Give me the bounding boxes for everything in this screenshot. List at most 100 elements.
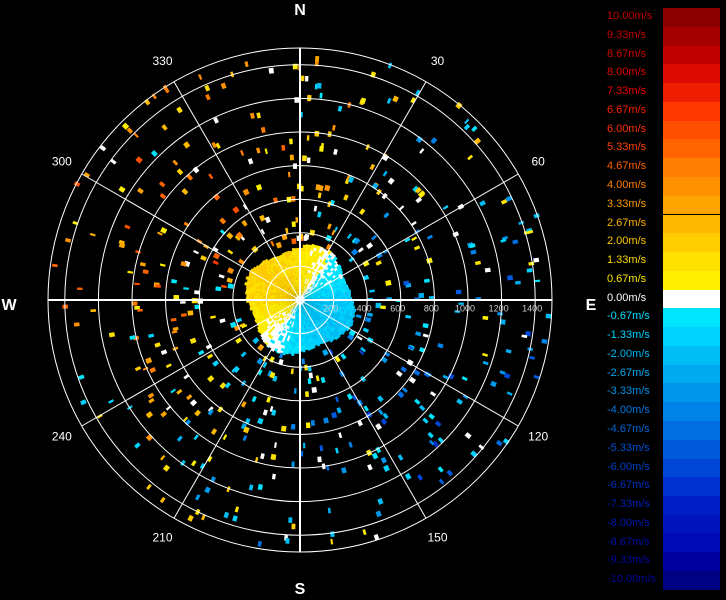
legend-swatch — [663, 571, 720, 590]
azimuth-label: 60 — [531, 155, 545, 169]
echo-cell — [212, 360, 220, 367]
legend-swatch — [663, 327, 720, 346]
echo-cell — [442, 205, 449, 210]
echo-cell — [428, 413, 435, 420]
azimuth-label: 210 — [152, 530, 172, 544]
echo-cell — [463, 123, 471, 131]
echo-cell — [392, 95, 399, 103]
echo-cell — [490, 380, 497, 388]
echo-cell — [317, 211, 322, 218]
legend-entry: -1.33m/s — [604, 327, 720, 346]
echo-cell — [362, 529, 367, 536]
echo-cell — [307, 378, 312, 384]
azimuth-label: 120 — [528, 430, 548, 444]
echo-cell — [172, 326, 179, 332]
echo-cell — [395, 370, 403, 378]
echo-cell — [288, 517, 293, 523]
legend-label: 2.00m/s — [607, 235, 647, 248]
echo-cell — [322, 349, 329, 357]
echo-cell — [242, 188, 250, 196]
echo-cell — [210, 315, 216, 319]
legend-swatch — [663, 139, 720, 159]
echo-cell — [146, 483, 152, 490]
legend-label: -1.33m/s — [607, 329, 650, 342]
echo-cell — [219, 318, 226, 324]
echo-cell — [273, 442, 277, 449]
legend-label: -0.67m/s — [607, 310, 650, 323]
echo-cell — [195, 494, 201, 501]
echo-cell — [108, 332, 116, 338]
legend-swatch — [663, 439, 720, 459]
echo-cell — [190, 460, 197, 467]
echo-cell — [137, 308, 143, 312]
echo-cell — [285, 227, 289, 234]
echo-cell — [526, 268, 533, 273]
echo-cell — [479, 200, 486, 207]
legend-label: -8.00m/s — [607, 516, 650, 529]
echo-cell — [341, 467, 347, 474]
legend-swatch — [663, 289, 720, 309]
echo-cell — [208, 173, 214, 180]
echo-cell — [380, 418, 388, 426]
echo-cell — [377, 395, 384, 403]
echo-cell — [422, 417, 429, 424]
echo-cell — [197, 349, 205, 356]
echo-cell — [310, 420, 316, 426]
echo-cell — [464, 118, 470, 125]
echo-cell — [291, 523, 296, 530]
echo-cell — [280, 425, 287, 432]
echo-cell — [355, 314, 362, 319]
echo-cell — [482, 352, 489, 357]
echo-cell — [226, 232, 234, 240]
legend-entry: 0.00m/s — [604, 289, 720, 309]
echo-cell — [308, 372, 314, 379]
echo-cell — [160, 227, 168, 234]
echo-cell — [386, 97, 392, 104]
echo-cell — [474, 260, 481, 266]
radar-plot: N S E W 30 60 120 150 210 240 300 330 200 400 600 800 10… — [1, 2, 597, 598]
legend-swatch — [663, 233, 720, 253]
echo-cell — [330, 538, 334, 545]
echo-cell — [350, 302, 354, 306]
echo-cell — [506, 391, 513, 396]
echo-cell — [364, 316, 372, 323]
echo-cell — [51, 263, 58, 268]
echo-cell — [305, 422, 311, 429]
range-tick-label: 600 — [390, 303, 405, 313]
legend-label: -5.33m/s — [607, 441, 650, 454]
legend-label: -3.33m/s — [607, 385, 650, 398]
echo-cell — [545, 313, 552, 319]
cardinal-east-label: E — [586, 297, 597, 314]
echo-cell — [313, 205, 318, 212]
echo-cell — [255, 147, 261, 154]
echo-cell — [142, 269, 149, 275]
echo-cell — [327, 223, 332, 230]
echo-cell — [362, 327, 370, 333]
echo-cell — [304, 364, 308, 371]
echo-cell — [154, 342, 161, 348]
echo-cell — [180, 313, 187, 317]
legend-swatch — [663, 458, 720, 478]
echo-cell — [541, 338, 548, 344]
echo-cell — [219, 217, 227, 225]
echo-cell — [198, 73, 203, 80]
echo-cell — [145, 357, 153, 365]
legend-label: -6.67m/s — [607, 479, 650, 492]
legend-label: 9.33m/s — [607, 28, 647, 41]
legend-entry: 7.33m/s — [604, 83, 720, 102]
legend-swatch — [663, 176, 720, 196]
echo-cell — [77, 287, 83, 290]
echo-cell — [482, 315, 489, 320]
echo-cell — [294, 350, 298, 354]
echo-cell — [285, 537, 290, 544]
legend-entry: 6.67m/s — [604, 101, 720, 121]
echo-cell — [528, 261, 535, 266]
echo-cell — [264, 216, 271, 224]
echo-cell — [287, 171, 291, 178]
echo-cell — [319, 445, 324, 452]
echo-cell — [335, 447, 339, 454]
echo-cell — [137, 187, 144, 195]
echo-cell — [241, 219, 248, 227]
cardinal-north-label: N — [294, 2, 306, 19]
echo-cell — [346, 393, 353, 400]
